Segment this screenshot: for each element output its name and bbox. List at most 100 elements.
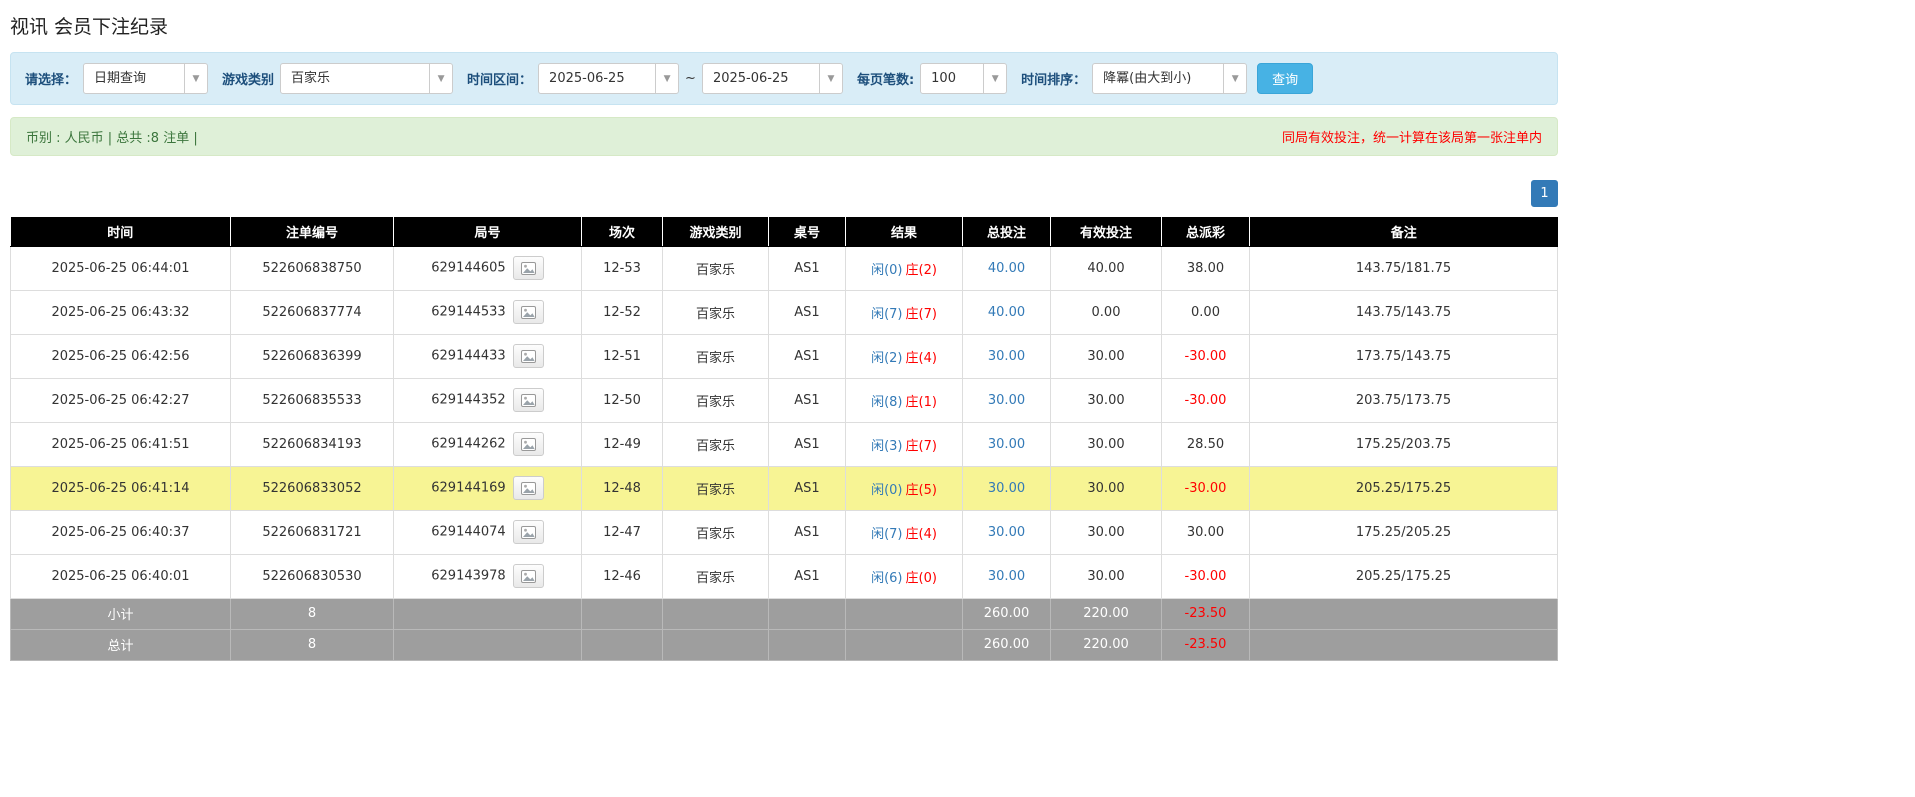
cell-valid-bet: 30.00	[1051, 466, 1162, 510]
pagination: 1	[10, 180, 1558, 207]
chevron-down-icon[interactable]: ▼	[1223, 64, 1246, 93]
result-image-icon	[521, 570, 536, 583]
sort-order-select[interactable]: 降冪(由大到小) ▼	[1092, 63, 1247, 94]
search-button[interactable]: 查询	[1257, 63, 1313, 94]
cell-payout: -30.00	[1162, 554, 1250, 598]
subtotal-payout: -23.50	[1162, 598, 1250, 629]
total-bet-link[interactable]: 30.00	[988, 569, 1025, 584]
cell-game-type: 百家乐	[663, 378, 769, 422]
result-player: 闲(6)	[871, 571, 902, 586]
cell-valid-bet: 30.00	[1051, 378, 1162, 422]
cell-session: 12-50	[582, 378, 663, 422]
bet-records-table: 时间注单编号局号场次游戏类别桌号结果总投注有效投注总派彩备注 2025-06-2…	[10, 217, 1558, 661]
total-bet-link[interactable]: 40.00	[988, 261, 1025, 276]
summary-bar: 币别 : 人民币 | 总共 :8 注单 | 同局有效投注，统一计算在该局第一张注…	[10, 117, 1558, 156]
cell-session: 12-49	[582, 422, 663, 466]
date-to-input[interactable]: 2025-06-25 ▼	[702, 63, 843, 94]
cell-result: 闲(6) 庄(0)	[846, 554, 963, 598]
total-bet-link[interactable]: 30.00	[988, 349, 1025, 364]
date-from-input[interactable]: 2025-06-25 ▼	[538, 63, 679, 94]
cell-remark: 173.75/143.75	[1250, 334, 1558, 378]
cell-remark: 205.25/175.25	[1250, 466, 1558, 510]
cell-result: 闲(2)庄(4)	[846, 334, 963, 378]
round-id: 629144533	[431, 305, 505, 320]
cell-result: 闲(7)庄(7)	[846, 290, 963, 334]
cell-payout: -30.00	[1162, 334, 1250, 378]
cell-total-bet: 30.00	[963, 422, 1051, 466]
table-row: 2025-06-25 06:44:01 522606838750 6291446…	[11, 246, 1558, 290]
round-result-image-button[interactable]	[513, 300, 544, 324]
result-image-icon	[521, 438, 536, 451]
chevron-down-icon[interactable]: ▼	[184, 64, 207, 93]
page-size-select[interactable]: 100 ▼	[920, 63, 1007, 94]
cell-remark: 203.75/173.75	[1250, 378, 1558, 422]
result-image-icon	[521, 482, 536, 495]
table-row: 2025-06-25 06:43:32 522606837774 6291445…	[11, 290, 1558, 334]
total-bet-link[interactable]: 30.00	[988, 525, 1025, 540]
query-type-value: 日期查询	[84, 64, 184, 93]
round-result-image-button[interactable]	[513, 520, 544, 544]
result-image-icon	[521, 394, 536, 407]
cell-remark: 205.25/175.25	[1250, 554, 1558, 598]
cell-time: 2025-06-25 06:42:56	[11, 334, 231, 378]
cell-result: 闲(3)庄(7)	[846, 422, 963, 466]
cell-remark: 175.25/205.25	[1250, 510, 1558, 554]
cell-time: 2025-06-25 06:41:14	[11, 466, 231, 510]
round-result-image-button[interactable]	[513, 256, 544, 280]
column-header: 总派彩	[1162, 217, 1250, 246]
grand-total-label: 总计	[11, 629, 231, 660]
total-bet-link[interactable]: 30.00	[988, 393, 1025, 408]
round-id: 629144605	[431, 261, 505, 276]
round-result-image-button[interactable]	[513, 432, 544, 456]
result-banker: 庄(7)	[906, 307, 937, 322]
total-bet-link[interactable]: 30.00	[988, 437, 1025, 452]
cell-payout: 30.00	[1162, 510, 1250, 554]
cell-bet-id: 522606837774	[231, 290, 394, 334]
subtotal-count: 8	[231, 598, 394, 629]
cell-total-bet: 30.00	[963, 554, 1051, 598]
cell-bet-id: 522606838750	[231, 246, 394, 290]
chevron-down-icon[interactable]: ▼	[983, 64, 1006, 93]
query-type-select[interactable]: 日期查询 ▼	[83, 63, 208, 94]
grand-total-total-bet: 260.00	[963, 629, 1051, 660]
result-player: 闲(0)	[871, 483, 902, 498]
chevron-down-icon[interactable]: ▼	[819, 64, 842, 93]
date-range-separator: ~	[685, 71, 696, 86]
result-banker: 庄(0)	[906, 571, 937, 586]
cell-time: 2025-06-25 06:41:51	[11, 422, 231, 466]
round-id: 629144169	[431, 481, 505, 496]
total-bet-link[interactable]: 40.00	[988, 305, 1025, 320]
grand-total-row: 总计 8 260.00 220.00 -23.50	[11, 629, 1558, 660]
cell-time: 2025-06-25 06:40:01	[11, 554, 231, 598]
cell-valid-bet: 30.00	[1051, 334, 1162, 378]
cell-payout: -30.00	[1162, 378, 1250, 422]
cell-result: 闲(0) 庄(5)	[846, 466, 963, 510]
cell-table-number: AS1	[769, 378, 846, 422]
chevron-down-icon[interactable]: ▼	[429, 64, 452, 93]
round-result-image-button[interactable]	[513, 388, 544, 412]
round-result-image-button[interactable]	[513, 564, 544, 588]
column-header: 有效投注	[1051, 217, 1162, 246]
cell-round: 629144533	[394, 290, 582, 334]
cell-round: 629144352	[394, 378, 582, 422]
page-size-value: 100	[921, 64, 983, 93]
table-row: 2025-06-25 06:40:01 522606830530 6291439…	[11, 554, 1558, 598]
total-bet-link[interactable]: 30.00	[988, 481, 1025, 496]
column-header: 总投注	[963, 217, 1051, 246]
grand-total-count: 8	[231, 629, 394, 660]
result-banker: 庄(5)	[906, 483, 937, 498]
column-header: 游戏类别	[663, 217, 769, 246]
column-header: 时间	[11, 217, 231, 246]
table-header-row: 时间注单编号局号场次游戏类别桌号结果总投注有效投注总派彩备注	[11, 217, 1558, 246]
game-type-select[interactable]: 百家乐 ▼	[280, 63, 453, 94]
cell-round: 629144433	[394, 334, 582, 378]
page-container: 视讯 会员下注纪录 请选择： 日期查询 ▼ 游戏类别 百家乐 ▼ 时间区间： 2…	[10, 12, 1558, 661]
round-result-image-button[interactable]	[513, 476, 544, 500]
page-button-1[interactable]: 1	[1531, 180, 1558, 207]
cell-session: 12-46	[582, 554, 663, 598]
round-id: 629144352	[431, 393, 505, 408]
chevron-down-icon[interactable]: ▼	[655, 64, 678, 93]
round-result-image-button[interactable]	[513, 344, 544, 368]
table-row: 2025-06-25 06:41:51 522606834193 6291442…	[11, 422, 1558, 466]
cell-game-type: 百家乐	[663, 510, 769, 554]
